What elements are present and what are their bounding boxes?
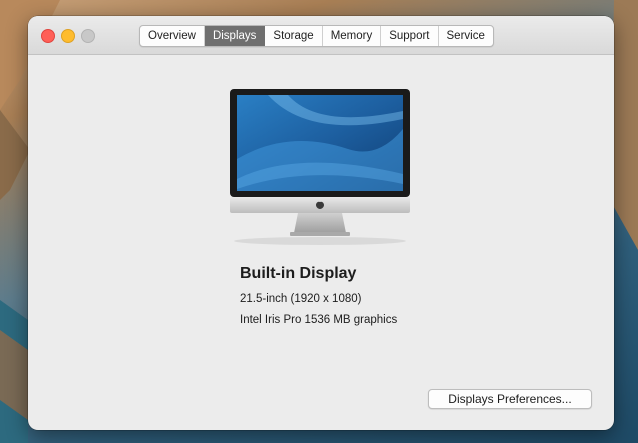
displays-pane: Built-in Display 21.5-inch (1920 x 1080)… — [28, 55, 614, 430]
close-button[interactable] — [41, 29, 55, 43]
about-this-mac-window: Overview Displays Storage Memory Support… — [28, 16, 614, 430]
tab-overview[interactable]: Overview — [140, 26, 205, 46]
minimize-button[interactable] — [61, 29, 75, 43]
displays-preferences-button[interactable]: Displays Preferences... — [428, 389, 592, 409]
display-name: Built-in Display — [240, 265, 357, 282]
tab-storage[interactable]: Storage — [265, 26, 323, 46]
imac-icon — [230, 89, 410, 245]
title-bar: Overview Displays Storage Memory Support… — [28, 16, 614, 55]
tab-support[interactable]: Support — [381, 26, 439, 46]
zoom-button — [81, 29, 95, 43]
display-graphics: Intel Iris Pro 1536 MB graphics — [240, 314, 398, 326]
tab-bar: Overview Displays Storage Memory Support… — [139, 25, 494, 47]
display-resolution: 21.5-inch (1920 x 1080) — [240, 293, 362, 305]
tab-service[interactable]: Service — [439, 26, 493, 46]
tab-displays[interactable]: Displays — [204, 26, 266, 46]
tab-memory[interactable]: Memory — [323, 26, 382, 46]
